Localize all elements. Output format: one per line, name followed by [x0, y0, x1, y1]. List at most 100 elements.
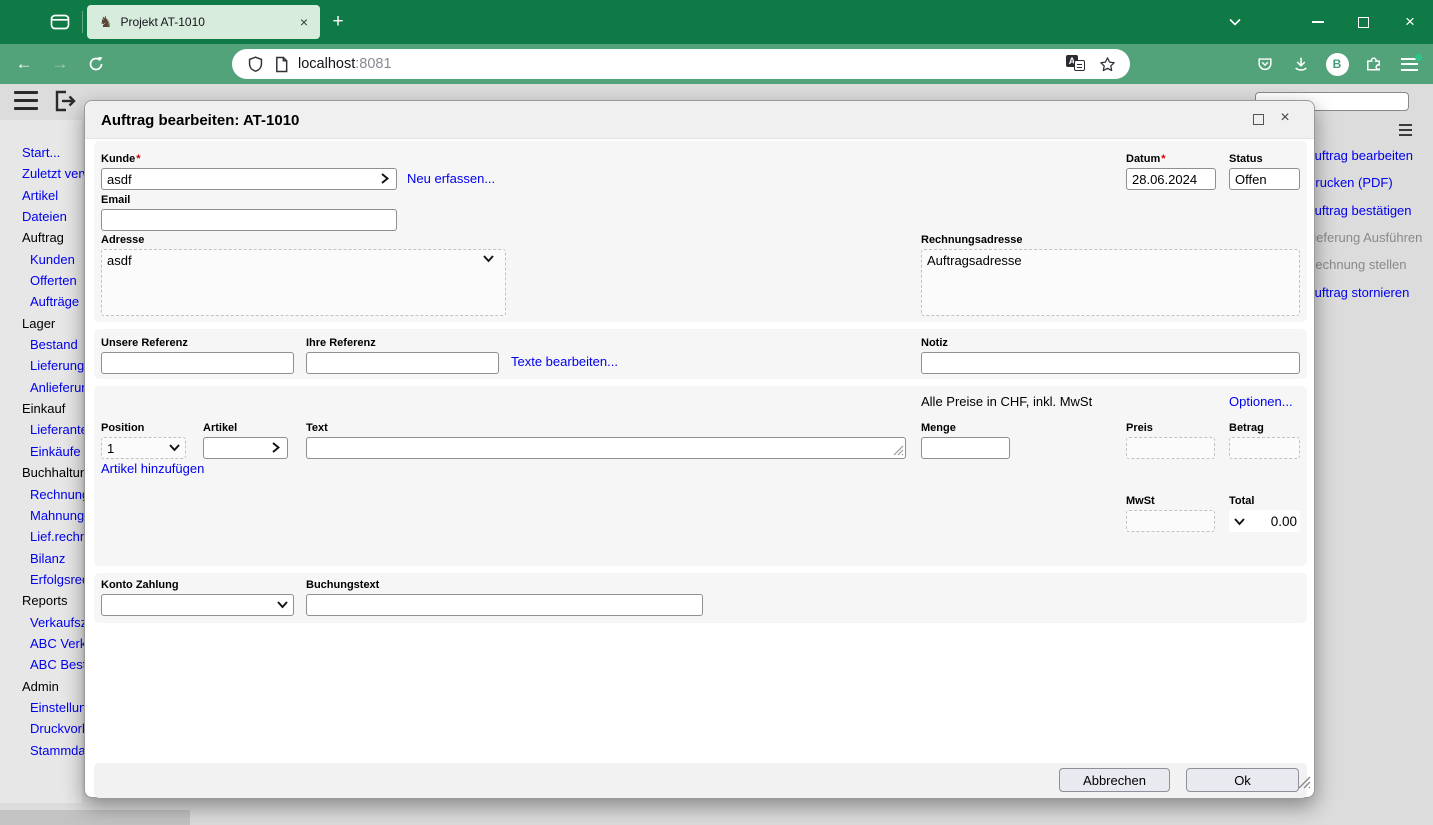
sidebar-item-bilanz[interactable]: Bilanz	[0, 551, 82, 572]
sidebar-item-start-[interactable]: Start...	[0, 145, 82, 166]
status-select[interactable]	[1229, 168, 1300, 190]
sidebar-item-bestand[interactable]: Bestand	[0, 337, 82, 358]
sidebar-item-label: Einkäufe	[30, 443, 81, 459]
sidebar-item-einstellungen[interactable]: Einstellungen	[0, 700, 108, 721]
action-label: Auftrag stornieren	[1306, 284, 1410, 300]
account-badge: B	[1325, 52, 1349, 76]
adresse-area[interactable]: asdf	[101, 249, 506, 316]
sidebar-item-druckvorlagen[interactable]: Druckvorlagen	[0, 721, 114, 742]
action-label: Lieferung Ausführen	[1306, 230, 1423, 246]
menge-input[interactable]	[921, 437, 1010, 459]
list-all-tabs-icon[interactable]	[1212, 0, 1258, 44]
sidebar-item-zuletzt-verwendet[interactable]: Zuletzt verwendet	[0, 166, 125, 187]
kunde-input[interactable]	[101, 168, 397, 190]
browser-navbar: ← → localhost:8081 A B	[0, 44, 1433, 84]
neu-erfassen-link[interactable]: Neu erfassen...	[407, 171, 495, 186]
browser-titlebar: ♞ Projekt AT-1010 × + ×	[0, 0, 1433, 44]
sidebar-item-verkaufszahlen[interactable]: Verkaufszahlen	[0, 615, 119, 636]
ok-button[interactable]: Ok	[1186, 768, 1299, 792]
action-auftrag-stornieren[interactable]: Auftrag stornieren	[1306, 285, 1422, 312]
url-port: :8081	[355, 56, 392, 72]
action-rechnung-stellen[interactable]: Rechnung stellen	[1306, 257, 1422, 284]
sidebar-item-aufträge[interactable]: Aufträge	[0, 294, 82, 315]
action-label: Drucken (PDF)	[1306, 175, 1393, 191]
tab-close-icon[interactable]: ×	[296, 14, 312, 30]
translate-icon[interactable]: A	[1066, 55, 1088, 73]
reload-button[interactable]	[79, 44, 113, 84]
url-host: localhost	[298, 56, 356, 72]
bottom-left-strip	[0, 810, 190, 825]
rechnungsadresse-area[interactable]: Auftragsadresse	[921, 249, 1300, 316]
buchungstext-input[interactable]	[306, 594, 703, 616]
email-input[interactable]	[101, 209, 397, 231]
position-chevron-down-icon[interactable]	[168, 442, 181, 453]
optionen-link[interactable]: Optionen...	[1229, 394, 1293, 409]
page-info-icon[interactable]	[268, 56, 294, 73]
sidebar-item-lieferungen[interactable]: Lieferungen	[0, 358, 99, 379]
app-menu-burger-icon[interactable]	[14, 91, 38, 110]
sidebar-item-abc-bestand[interactable]: ABC Bestand	[0, 657, 108, 678]
sidebar-item-rechnungen[interactable]: Rechnungen	[0, 487, 104, 508]
sidebar-item-einkauf: Einkauf	[0, 401, 82, 422]
new-tab-button[interactable]: +	[322, 6, 354, 38]
window-maximize-button[interactable]	[1340, 0, 1386, 44]
sidebar-item-stammdaten[interactable]: Stammdaten	[0, 743, 104, 764]
adresse-chevron-down-icon[interactable]	[482, 253, 495, 264]
sidebar-item-kunden[interactable]: Kunden	[0, 252, 82, 273]
pocket-icon[interactable]	[1248, 44, 1282, 84]
dialog-close-icon[interactable]: ×	[1277, 109, 1293, 127]
url-text[interactable]: localhost:8081	[298, 56, 1066, 72]
logout-icon[interactable]	[52, 88, 78, 119]
action-auftrag-bearbeiten[interactable]: Auftrag bearbeiten	[1306, 148, 1422, 175]
kunde-picker-chevron-icon[interactable]	[379, 172, 390, 185]
mwst-label: MwSt	[1126, 495, 1155, 507]
sidebar-item-mahnungen[interactable]: Mahnungen	[0, 508, 99, 529]
back-button[interactable]: ←	[7, 44, 41, 84]
konto-zahlung-chevron-down-icon[interactable]	[276, 599, 289, 610]
downloads-icon[interactable]	[1284, 44, 1318, 84]
dialog-maximize-icon[interactable]	[1253, 114, 1264, 125]
ihre-referenz-input[interactable]	[306, 352, 499, 374]
text-input[interactable]	[306, 437, 906, 459]
ihre-referenz-label: Ihre Referenz	[306, 337, 376, 349]
shield-icon[interactable]	[242, 55, 268, 73]
datum-input[interactable]	[1126, 168, 1216, 190]
extensions-puzzle-icon[interactable]	[1356, 44, 1390, 84]
browser-tab[interactable]: ♞ Projekt AT-1010 ×	[87, 5, 320, 39]
sidebar-item-abc-verkäufe[interactable]: ABC Verkäufe	[0, 636, 112, 657]
unsere-referenz-input[interactable]	[101, 352, 294, 374]
sidebar-item-anlieferungen[interactable]: Anlieferungen	[0, 380, 110, 401]
forward-button[interactable]: →	[43, 44, 77, 84]
artikel-hinzufuegen-link[interactable]: Artikel hinzufügen	[101, 461, 204, 476]
action-lieferung-ausführen[interactable]: Lieferung Ausführen	[1306, 230, 1422, 257]
sidebar-item-admin: Admin	[0, 679, 82, 700]
cancel-button[interactable]: Abbrechen	[1059, 768, 1170, 792]
sidebar-item-lieferanten[interactable]: Lieferanten	[0, 422, 95, 443]
account-extension-icon[interactable]: B	[1320, 44, 1354, 84]
artikel-picker-chevron-icon[interactable]	[270, 441, 281, 454]
konto-zahlung-select[interactable]	[101, 594, 294, 616]
app-menu-icon[interactable]	[1392, 44, 1426, 84]
sidebar-item-artikel[interactable]: Artikel	[0, 188, 82, 209]
texte-bearbeiten-link[interactable]: Texte bearbeiten...	[511, 354, 618, 369]
dialog-resize-grip-icon[interactable]	[1298, 776, 1311, 794]
firefox-view-icon[interactable]	[48, 10, 72, 34]
actions-menu-icon[interactable]	[1399, 124, 1412, 136]
preis-field	[1126, 437, 1215, 459]
total-label: Total	[1229, 495, 1255, 507]
sidebar-item-offerten[interactable]: Offerten	[0, 273, 82, 294]
sidebar-item-label: Aufträge	[30, 294, 80, 310]
sidebar-item-dateien[interactable]: Dateien	[0, 209, 82, 230]
text-resize-grip-icon[interactable]	[893, 445, 904, 456]
notiz-input[interactable]	[921, 352, 1300, 374]
window-close-button[interactable]: ×	[1387, 0, 1433, 44]
sidebar-item-einkäufe[interactable]: Einkäufe	[0, 444, 82, 465]
window-minimize-button[interactable]	[1295, 0, 1341, 44]
sidebar-item-erfolgsrechnung[interactable]: Erfolgsrechnung	[0, 572, 125, 593]
url-bar[interactable]: localhost:8081 A	[232, 49, 1130, 79]
action-drucken-pdf-[interactable]: Drucken (PDF)	[1306, 175, 1422, 202]
bookmark-star-icon[interactable]	[1094, 56, 1120, 73]
total-chevron-down-icon[interactable]	[1233, 516, 1246, 527]
action-auftrag-bestätigen[interactable]: Auftrag bestätigen	[1306, 203, 1422, 230]
sidebar-item-lief-rechnungen[interactable]: Lief.rechnungen	[0, 529, 123, 550]
